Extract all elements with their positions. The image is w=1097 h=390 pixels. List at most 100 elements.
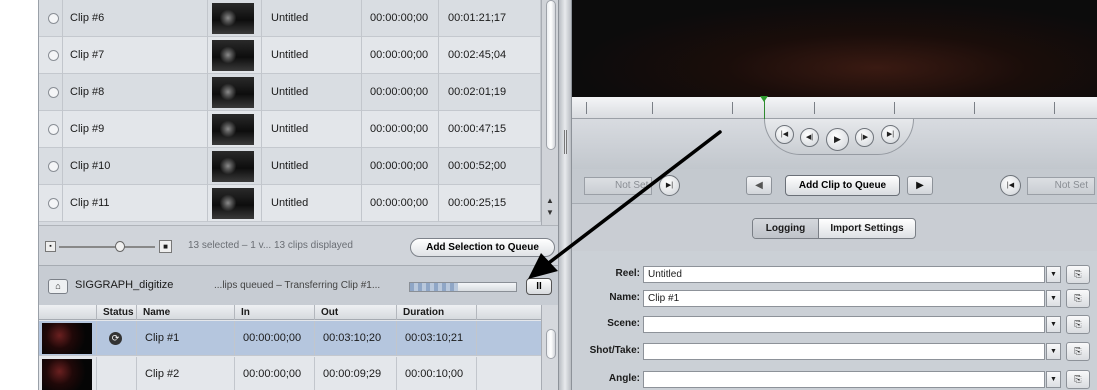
- mark-out-icon[interactable]: |◀: [1000, 175, 1021, 196]
- go-to-start-icon[interactable]: |◀: [775, 125, 794, 144]
- reel-field[interactable]: Untitled: [643, 266, 1045, 283]
- zoom-out-icon[interactable]: ▪: [45, 241, 56, 252]
- video-preview: [572, 0, 1097, 97]
- in-point-field[interactable]: Not Set: [584, 177, 652, 195]
- scroll-up-icon[interactable]: ▲: [546, 196, 554, 205]
- field-label: Scene:: [607, 318, 640, 329]
- queue-scroll-thumb[interactable]: [546, 329, 556, 359]
- queue-header: Status Name In Out Duration: [39, 305, 541, 320]
- chevron-down-icon[interactable]: ▼: [1046, 266, 1061, 283]
- clip-row[interactable]: Clip #9 Untitled 00:00:00;00 00:00:47;15: [39, 111, 541, 148]
- field-label: Angle:: [608, 373, 640, 384]
- clip-row[interactable]: Clip #7 Untitled 00:00:00;00 00:02:45;04: [39, 37, 541, 74]
- clip-in: 00:00:00;00: [362, 37, 439, 74]
- chevron-down-icon[interactable]: ▼: [1046, 343, 1061, 360]
- scene-field[interactable]: [643, 316, 1045, 333]
- go-to-end-icon[interactable]: ▶|: [881, 125, 900, 144]
- clip-thumbnail: [212, 3, 254, 34]
- slate-icon[interactable]: ⎘: [1066, 289, 1090, 308]
- timeline-scrubber[interactable]: [572, 96, 1097, 119]
- playhead[interactable]: [760, 96, 768, 119]
- clip-row[interactable]: Clip #6 Untitled 00:00:00;00 00:01:21;17: [39, 0, 541, 37]
- slate-icon[interactable]: ⎘: [1066, 265, 1090, 284]
- column-out[interactable]: Out: [315, 305, 397, 320]
- clip-list: Clip #6 Untitled 00:00:00;00 00:01:21;17…: [39, 0, 541, 225]
- clip-thumbnail: [212, 151, 254, 182]
- transport-area: |◀ ◀| ▶ |▶ ▶|: [572, 119, 1097, 169]
- queue-thumbnail: [42, 359, 92, 390]
- clip-browser-pane: Clip #6 Untitled 00:00:00;00 00:01:21;17…: [38, 0, 558, 390]
- queue-clip-in: 00:00:00;00: [235, 357, 315, 390]
- clip-row[interactable]: Clip #11 Untitled 00:00:00;00 00:00:25;1…: [39, 185, 541, 222]
- clip-out: 00:00:52;00: [439, 148, 541, 185]
- chevron-down-icon[interactable]: ▼: [1046, 290, 1061, 307]
- queue-scrollbar[interactable]: [541, 305, 558, 390]
- tab-import-settings[interactable]: Import Settings: [819, 219, 915, 238]
- go-to-in-icon[interactable]: ◀: [746, 176, 772, 195]
- clip-description: Untitled: [262, 37, 362, 74]
- clip-description: Untitled: [262, 185, 362, 222]
- clip-out: 00:02:45;04: [439, 37, 541, 74]
- scroll-thumb[interactable]: [546, 0, 556, 150]
- clip-in: 00:00:00;00: [362, 111, 439, 148]
- column-status[interactable]: Status: [97, 305, 137, 320]
- add-clip-to-queue-button[interactable]: Add Clip to Queue: [785, 175, 900, 196]
- queue-clip-name: Clip #2: [137, 357, 235, 390]
- go-to-out-icon[interactable]: ▶: [907, 176, 933, 195]
- clip-name: Clip #6: [63, 0, 208, 37]
- select-radio[interactable]: [48, 87, 59, 98]
- select-radio[interactable]: [48, 124, 59, 135]
- clip-name: Clip #8: [63, 74, 208, 111]
- queue-clip-duration: 00:00:10;00: [397, 357, 477, 390]
- select-radio[interactable]: [48, 50, 59, 61]
- chevron-down-icon[interactable]: ▼: [1046, 316, 1061, 333]
- mark-in-icon[interactable]: ▶|: [659, 175, 680, 196]
- pause-button[interactable]: II: [526, 278, 552, 295]
- slate-icon[interactable]: ⎘: [1066, 315, 1090, 334]
- sync-icon: ⟳: [109, 332, 122, 345]
- slate-icon[interactable]: ⎘: [1066, 370, 1090, 389]
- select-radio[interactable]: [48, 198, 59, 209]
- slate-icon[interactable]: ⎘: [1066, 342, 1090, 361]
- clip-thumbnail: [212, 40, 254, 71]
- clip-row[interactable]: Clip #10 Untitled 00:00:00;00 00:00:52;0…: [39, 148, 541, 185]
- column-duration[interactable]: Duration: [397, 305, 477, 320]
- pane-splitter[interactable]: [558, 0, 572, 390]
- select-radio[interactable]: [48, 13, 59, 24]
- angle-field[interactable]: [643, 371, 1045, 388]
- shot-take-field[interactable]: [643, 343, 1045, 360]
- queue-clip-name: Clip #1: [137, 321, 235, 356]
- chevron-down-icon[interactable]: ▼: [1046, 371, 1061, 388]
- select-radio[interactable]: [48, 161, 59, 172]
- out-point-field[interactable]: Not Set: [1027, 177, 1095, 195]
- clip-in: 00:00:00;00: [362, 0, 439, 37]
- step-back-icon[interactable]: ◀|: [800, 128, 819, 147]
- clip-in: 00:00:00;00: [362, 185, 439, 222]
- clip-description: Untitled: [262, 74, 362, 111]
- batch-folder-icon[interactable]: ⌂: [48, 279, 68, 294]
- queue-clip-out: 00:03:10;20: [315, 321, 397, 356]
- zoom-slider-knob[interactable]: [115, 241, 125, 252]
- clip-thumbnail: [212, 188, 254, 219]
- splitter-grip[interactable]: [564, 130, 567, 154]
- clip-list-scrollbar[interactable]: ▲ ▼: [541, 0, 558, 225]
- zoom-in-icon[interactable]: ■: [159, 240, 172, 253]
- queue-row[interactable]: ⟳ Clip #1 00:00:00;00 00:03:10;20 00:03:…: [39, 321, 541, 356]
- add-selection-to-queue-button[interactable]: Add Selection to Queue: [410, 238, 555, 257]
- column-in[interactable]: In: [235, 305, 315, 320]
- column-name[interactable]: Name: [137, 305, 235, 320]
- clip-row[interactable]: Clip #8 Untitled 00:00:00;00 00:02:01;19: [39, 74, 541, 111]
- clip-thumbnail: [212, 77, 254, 108]
- clip-description: Untitled: [262, 111, 362, 148]
- logging-fields: Reel: Untitled ▼ ⎘ Name: Clip #1 ▼ ⎘ Sce…: [572, 251, 1097, 390]
- play-icon[interactable]: ▶: [826, 128, 849, 151]
- clip-description: Untitled: [262, 148, 362, 185]
- step-forward-icon[interactable]: |▶: [855, 128, 874, 147]
- queue-row[interactable]: Clip #2 00:00:00;00 00:00:09;29 00:00:10…: [39, 357, 541, 390]
- clip-description: Untitled: [262, 0, 362, 37]
- scroll-down-icon[interactable]: ▼: [546, 208, 554, 217]
- name-field[interactable]: Clip #1: [643, 290, 1045, 307]
- zoom-slider-track[interactable]: [59, 246, 155, 248]
- clip-name: Clip #11: [63, 185, 208, 222]
- tab-logging[interactable]: Logging: [753, 219, 819, 238]
